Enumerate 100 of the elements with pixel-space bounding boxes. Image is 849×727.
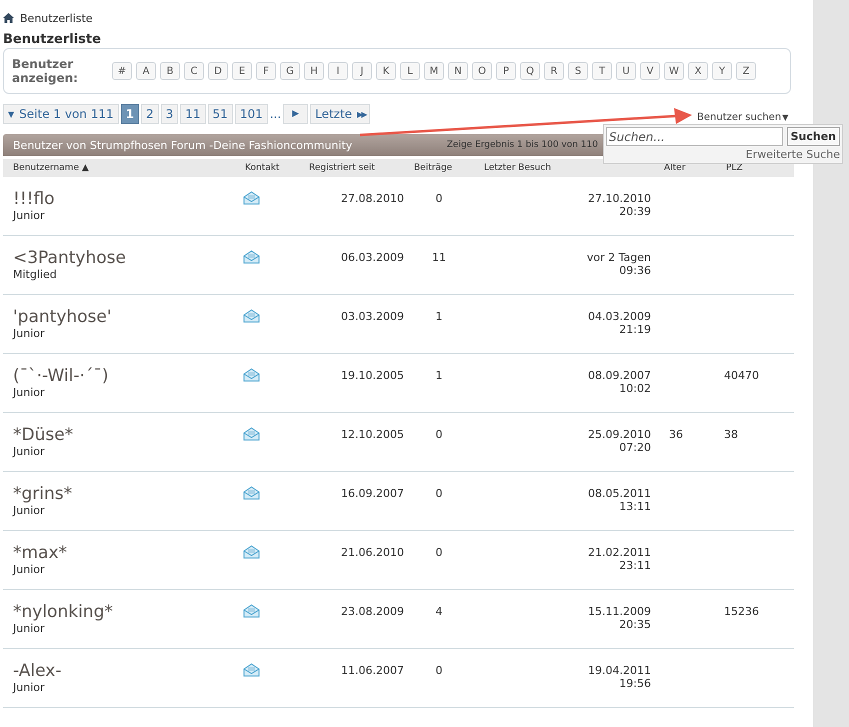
- page-button[interactable]: 51: [208, 104, 233, 124]
- letter-button[interactable]: P: [496, 62, 516, 80]
- post-count: 0: [436, 664, 442, 677]
- postal-code: 15236: [724, 605, 759, 618]
- envelope-icon[interactable]: [243, 309, 260, 323]
- letter-button[interactable]: E: [232, 62, 252, 80]
- letter-button[interactable]: M: [424, 62, 444, 80]
- postal-code: 38: [724, 428, 738, 441]
- last-visit-time: 10:02: [619, 382, 651, 395]
- next-page-button[interactable]: ▶: [283, 104, 308, 124]
- column-header[interactable]: Registriert seit: [299, 163, 404, 173]
- filter-label: Benutzer anzeigen:: [12, 57, 79, 85]
- post-count: 11: [432, 251, 446, 264]
- username-link[interactable]: *max*: [13, 543, 68, 563]
- letter-button[interactable]: X: [688, 62, 708, 80]
- last-visit-date: 08.05.2011: [588, 487, 651, 500]
- registration-date: 19.10.2005: [341, 369, 404, 382]
- envelope-icon[interactable]: [243, 545, 260, 559]
- search-field[interactable]: Suchen...: [606, 127, 783, 146]
- page-button[interactable]: 101: [234, 104, 268, 124]
- last-visit-time: 19:56: [619, 677, 651, 690]
- letter-button[interactable]: W: [664, 62, 684, 80]
- letter-button[interactable]: B: [160, 62, 180, 80]
- advanced-search-link[interactable]: Erweiterte Suche: [606, 148, 840, 161]
- letter-button[interactable]: Y: [712, 62, 732, 80]
- username-link[interactable]: -Alex-: [13, 661, 62, 681]
- envelope-icon[interactable]: [243, 368, 260, 382]
- letter-button[interactable]: H: [304, 62, 324, 80]
- result-count: Zeige Ergebnis 1 bis 100 von 110: [446, 140, 598, 150]
- page-button[interactable]: 3: [160, 104, 178, 124]
- search-button[interactable]: Suchen: [786, 127, 840, 146]
- envelope-icon[interactable]: [243, 486, 260, 500]
- letter-button[interactable]: J: [352, 62, 372, 80]
- letter-button[interactable]: Q: [520, 62, 540, 80]
- registration-date: 16.09.2007: [341, 487, 404, 500]
- letter-button[interactable]: S: [568, 62, 588, 80]
- letter-button[interactable]: T: [592, 62, 612, 80]
- username-link[interactable]: !!!flo: [13, 189, 55, 209]
- letter-button[interactable]: L: [400, 62, 420, 80]
- postal-code: 40470: [724, 369, 759, 382]
- last-visit-date: 21.02.2011: [588, 546, 651, 559]
- envelope-icon[interactable]: [243, 191, 260, 205]
- envelope-icon[interactable]: [243, 250, 260, 264]
- registration-date: 21.06.2010: [341, 546, 404, 559]
- user-rank: Junior: [13, 622, 44, 635]
- letter-button[interactable]: R: [544, 62, 564, 80]
- letter-button[interactable]: O: [472, 62, 492, 80]
- page-menu-button[interactable]: ▼ Seite 1 von 111: [3, 104, 119, 124]
- envelope-icon[interactable]: [243, 663, 260, 677]
- post-count: 1: [436, 369, 442, 382]
- last-visit-time: 21:19: [619, 323, 651, 336]
- last-visit-date: 08.09.2007: [588, 369, 651, 382]
- post-count: 0: [436, 487, 442, 500]
- letter-button[interactable]: N: [448, 62, 468, 80]
- registration-date: 12.10.2005: [341, 428, 404, 441]
- column-header[interactable]: Alter: [654, 163, 716, 173]
- letter-button[interactable]: F: [256, 62, 276, 80]
- username-link[interactable]: (¯`·-Wil-·´¯): [13, 366, 109, 386]
- registration-date: 03.03.2009: [341, 310, 404, 323]
- column-header[interactable]: Letzter Besuch: [474, 163, 654, 173]
- registration-date: 27.08.2010: [341, 192, 404, 205]
- username-link[interactable]: 'pantyhose': [13, 307, 112, 327]
- column-header[interactable]: Beiträge: [404, 163, 474, 173]
- envelope-icon[interactable]: [243, 427, 260, 441]
- breadcrumb-link[interactable]: Benutzerliste: [20, 12, 93, 24]
- home-icon[interactable]: [3, 13, 14, 23]
- post-count: 1: [436, 310, 442, 323]
- letter-button[interactable]: A: [136, 62, 156, 80]
- user-rank: Junior: [13, 209, 44, 222]
- column-header[interactable]: Benutzername ▲: [3, 163, 235, 173]
- page-button[interactable]: 11: [180, 104, 206, 124]
- last-visit-date: vor 2 Tagen: [586, 251, 651, 264]
- letter-button[interactable]: V: [640, 62, 660, 80]
- username-link[interactable]: *Düse*: [13, 425, 74, 445]
- letter-button[interactable]: C: [184, 62, 204, 80]
- user-rank: Junior: [13, 504, 44, 517]
- username-link[interactable]: *nylonking*: [13, 602, 113, 622]
- letter-button[interactable]: D: [208, 62, 228, 80]
- letter-button[interactable]: #: [112, 62, 132, 80]
- username-link[interactable]: *grins*: [13, 484, 72, 504]
- user-rank: Junior: [13, 445, 44, 458]
- letter-button[interactable]: I: [328, 62, 348, 80]
- letter-button[interactable]: G: [280, 62, 300, 80]
- letter-button[interactable]: K: [376, 62, 396, 80]
- last-visit-time: 07:20: [619, 441, 651, 454]
- user-rank: Junior: [13, 563, 44, 576]
- column-header[interactable]: Kontakt: [235, 163, 299, 173]
- last-page-button[interactable]: Letzte ▶▶: [310, 104, 370, 124]
- last-visit-date: 15.11.2009: [588, 605, 651, 618]
- letter-button[interactable]: Z: [736, 62, 756, 80]
- last-visit-date: 25.09.2010: [588, 428, 651, 441]
- username-link[interactable]: <3Pantyhose: [13, 248, 126, 268]
- member-search-toggle[interactable]: Benutzer suchen▼: [697, 108, 788, 127]
- page-button[interactable]: 2: [140, 104, 159, 124]
- last-visit-time: 13:11: [619, 500, 651, 513]
- page-title: Benutzerliste: [3, 32, 102, 47]
- envelope-icon[interactable]: [243, 604, 260, 618]
- last-visit-date: 04.03.2009: [588, 310, 651, 323]
- post-count: 0: [436, 546, 442, 559]
- letter-button[interactable]: U: [616, 62, 636, 80]
